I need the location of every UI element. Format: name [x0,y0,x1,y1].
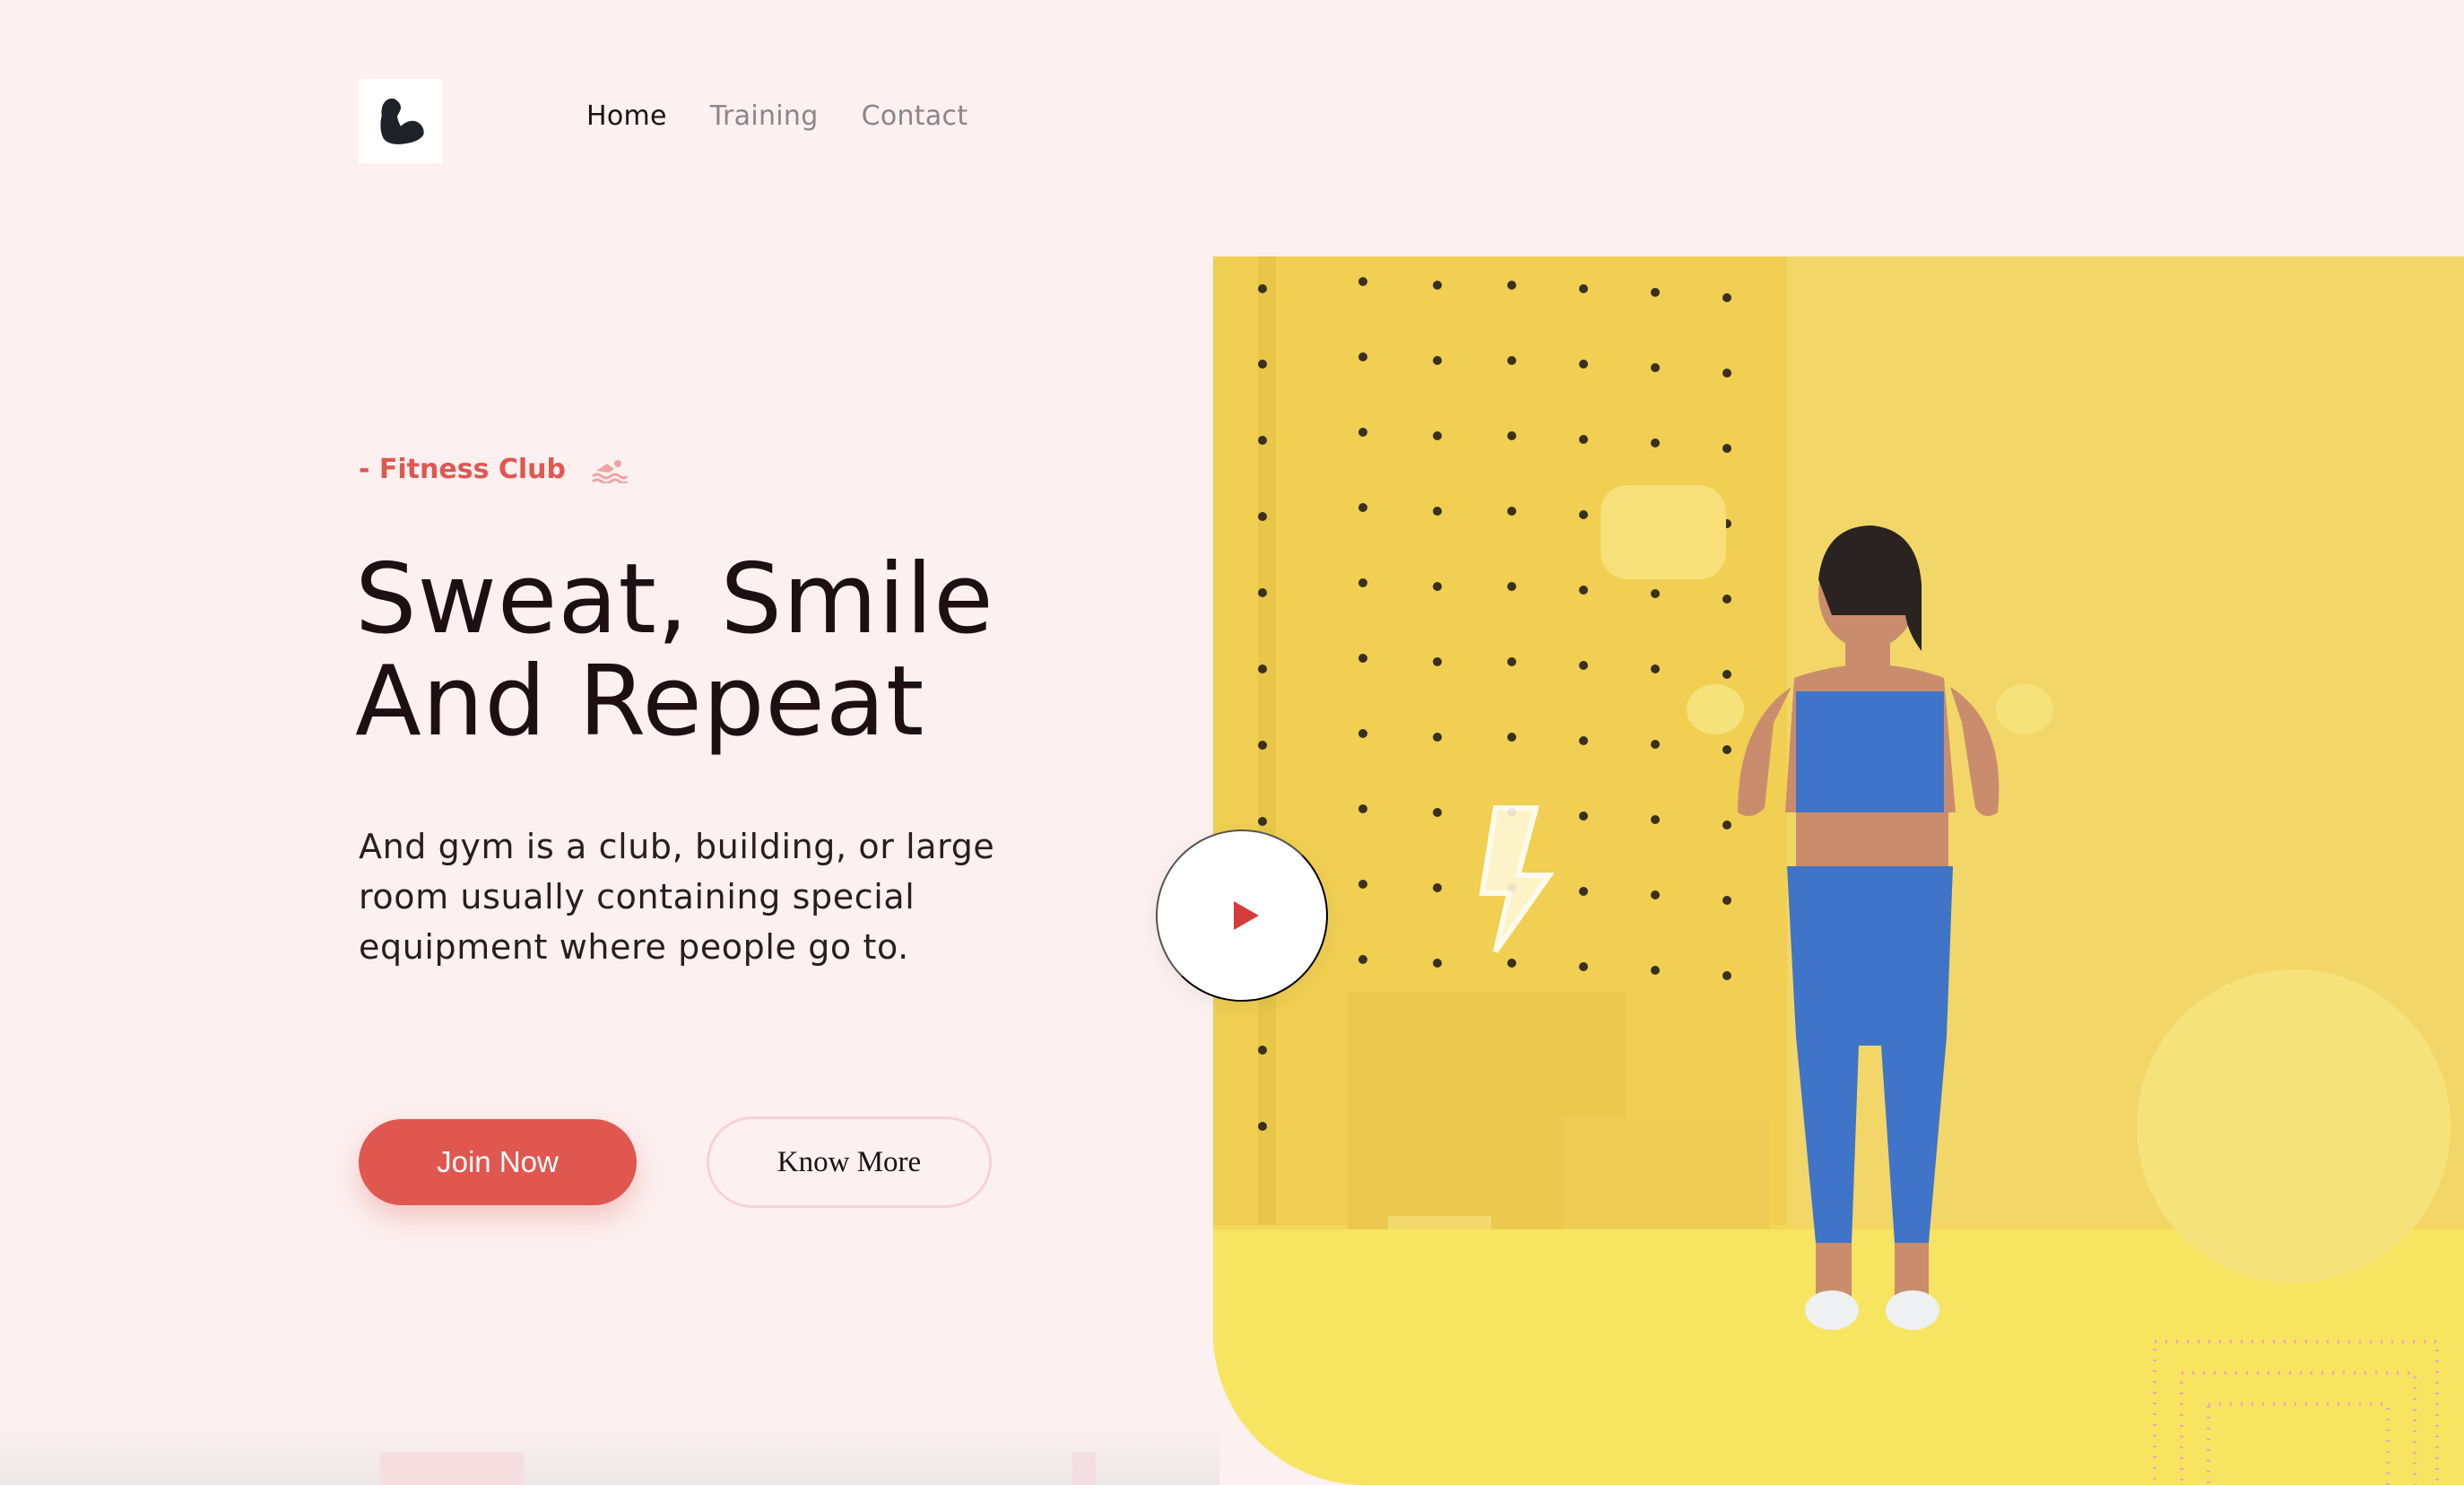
hero-headline: Sweat, Smile And Repeat [355,549,1162,753]
main-nav: Home Training Contact [586,100,967,132]
join-now-button[interactable]: Join Now [359,1119,637,1205]
play-icon [1234,901,1259,930]
next-section-peek-small [1072,1453,1096,1485]
play-video-button[interactable] [1156,829,1328,1002]
eyebrow: - Fitness Club [359,454,629,485]
swimmer-icon [591,456,629,483]
eyebrow-text: - Fitness Club [359,454,567,485]
nav-training[interactable]: Training [710,100,819,132]
page: Home Training Contact - Fitness Club Swe… [0,0,2464,1485]
headline-line-1: Sweat, Smile [355,543,994,656]
logo[interactable] [359,79,443,163]
flexed-bicep-icon [380,98,424,144]
nav-contact[interactable]: Contact [862,100,968,132]
next-section-peek [380,1453,524,1485]
woman-with-dumbbells-photo [1213,256,2464,1485]
know-more-button[interactable]: Know More [707,1116,992,1208]
hero-description: And gym is a club, building, or large ro… [359,827,995,967]
nav-home[interactable]: Home [586,100,667,132]
headline-line-2: And Repeat [355,646,925,758]
hero-image [1213,256,2464,1485]
bottom-fade [0,1426,1219,1485]
